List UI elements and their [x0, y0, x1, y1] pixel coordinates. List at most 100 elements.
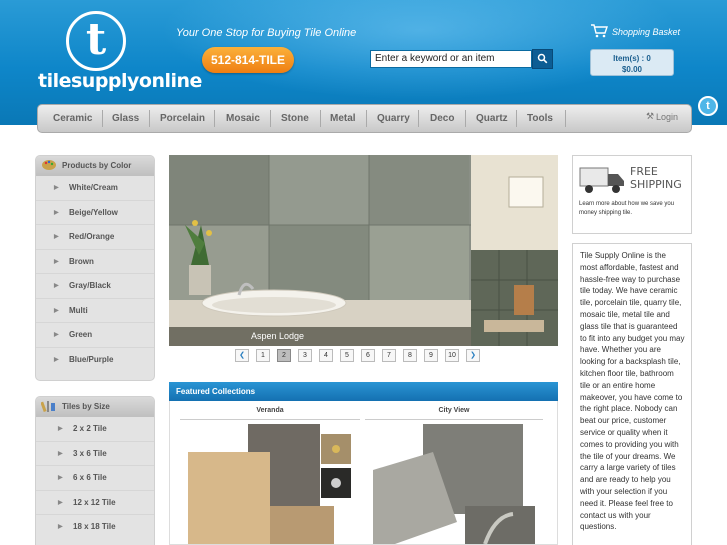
featured-collections-header: Featured Collections: [169, 382, 558, 401]
free-shipping-title: FREE SHIPPING: [630, 165, 682, 191]
free-shipping-line1: FREE: [630, 165, 658, 178]
sidebar-item-label: White/Cream: [69, 183, 118, 192]
sidebar-item-label: Brown: [69, 256, 94, 266]
arrow-right-icon: ▶: [54, 185, 59, 191]
search-icon: [537, 53, 548, 64]
arrow-right-icon: ▶: [58, 450, 63, 457]
sidebar-item-label: Multi: [69, 305, 88, 315]
nav-divider: [366, 110, 367, 127]
slide-caption: Aspen Lodge: [169, 327, 471, 346]
nav-divider: [270, 110, 271, 127]
color-item-brown[interactable]: ▶ Brown: [36, 250, 154, 274]
logo-text[interactable]: tilesupplyonline: [38, 70, 202, 92]
ruler-icon: [40, 400, 57, 413]
color-item-multi[interactable]: ▶ Multi: [36, 299, 154, 323]
about-paragraph: Tile Supply Online is the most affordabl…: [580, 251, 685, 532]
arrow-right-icon: ▶: [54, 209, 59, 216]
palette-icon: [41, 159, 57, 172]
pager-prev-button[interactable]: ❮: [235, 349, 249, 362]
size-item-3x6[interactable]: ▶ 3 x 6 Tile: [36, 442, 154, 466]
nav-divider: [565, 110, 566, 127]
collection-title-city-view[interactable]: City View: [365, 407, 543, 414]
collection-divider: [365, 419, 543, 420]
hero-slideshow[interactable]: [169, 155, 558, 346]
pager-page-5[interactable]: 5: [340, 349, 354, 362]
shopping-cart-icon[interactable]: [590, 24, 608, 38]
color-item-white-cream[interactable]: ▶ White/Cream: [36, 176, 154, 201]
search-button[interactable]: [532, 49, 553, 69]
sidebar-item-label: Green: [69, 330, 93, 339]
collection-divider: [180, 419, 360, 420]
nav-divider: [516, 110, 517, 127]
main-nav: Ceramic Glass Porcelain Mosaic Stone Met…: [37, 104, 692, 133]
search-input[interactable]: Enter a keyword or an item: [370, 50, 532, 68]
color-item-gray-black[interactable]: ▶ Gray/Black: [36, 274, 154, 299]
products-by-color-header: Products by Color: [36, 156, 154, 176]
pager-page-7[interactable]: 7: [382, 349, 396, 362]
nav-item-deco[interactable]: Deco: [430, 105, 454, 132]
shopping-basket-link[interactable]: Shopping Basket: [612, 27, 680, 37]
sidebar-item-label: 2 x 2 Tile: [73, 424, 107, 433]
nav-item-stone[interactable]: Stone: [281, 105, 309, 132]
pager-page-2[interactable]: 2: [277, 349, 291, 362]
arrow-right-icon: ▶: [58, 475, 63, 481]
arrow-right-icon: ▶: [58, 499, 63, 506]
nav-divider: [418, 110, 419, 127]
nav-item-glass[interactable]: Glass: [112, 105, 139, 132]
nav-item-porcelain[interactable]: Porcelain: [160, 105, 205, 132]
pager-page-3[interactable]: 3: [298, 349, 312, 362]
arrow-right-icon: ▶: [54, 356, 59, 363]
tiles-by-size-header: Tiles by Size: [36, 397, 154, 417]
free-shipping-description[interactable]: Learn more about how we save you money s…: [579, 200, 689, 218]
pager-page-6[interactable]: 6: [361, 349, 375, 362]
veranda-tile-image[interactable]: [180, 424, 360, 544]
color-item-red-orange[interactable]: ▶ Red/Orange: [36, 225, 154, 250]
size-item-2x2[interactable]: ▶ 2 x 2 Tile: [36, 417, 154, 442]
nav-item-metal[interactable]: Metal: [330, 105, 356, 132]
delivery-truck-icon: [579, 167, 624, 193]
pager-next-button[interactable]: ❯: [466, 349, 480, 362]
nav-item-ceramic[interactable]: Ceramic: [53, 105, 92, 132]
nav-item-mosaic[interactable]: Mosaic: [226, 105, 260, 132]
pager-page-8[interactable]: 8: [403, 349, 417, 362]
color-item-beige-yellow[interactable]: ▶ Beige/Yellow: [36, 201, 154, 225]
sidebar-item-label: Red/Orange: [69, 232, 115, 241]
pager-page-4[interactable]: 4: [319, 349, 333, 362]
arrow-right-icon: ▶: [54, 258, 59, 265]
login-link[interactable]: Login: [656, 112, 678, 122]
phone-number-badge[interactable]: 512-814-TILE: [202, 47, 294, 73]
tiles-by-size-panel: Tiles by Size ▶ 2 x 2 Tile ▶ 3 x 6 Tile ▶ 6…: [35, 396, 155, 545]
nav-item-quarry[interactable]: Quarry: [377, 105, 410, 132]
sidebar-item-label: Gray/Black: [69, 281, 111, 290]
pager-page-10[interactable]: 10: [445, 349, 459, 362]
sidebar-item-label: 6 x 6 Tile: [73, 473, 107, 482]
tiles-by-size-title: Tiles by Size: [62, 402, 110, 411]
nav-item-tools[interactable]: Tools: [527, 105, 553, 132]
nav-item-quartz[interactable]: Quartz: [476, 105, 508, 132]
tagline: Your One Stop for Buying Tile Online: [176, 27, 357, 39]
size-item-18x18[interactable]: ▶ 18 x 18 Tile: [36, 515, 154, 540]
pager-page-1[interactable]: 1: [256, 349, 270, 362]
nav-divider: [214, 110, 215, 127]
nav-divider: [149, 110, 150, 127]
free-shipping-box[interactable]: FREE SHIPPING Learn more about how we sa…: [572, 155, 692, 234]
nav-divider: [320, 110, 321, 127]
basket-summary[interactable]: Item(s) : 0 $0.00: [590, 49, 674, 76]
collection-title-veranda[interactable]: Veranda: [180, 407, 360, 414]
color-item-blue-purple[interactable]: ▶ Blue/Purple: [36, 348, 154, 373]
basket-items-count: Item(s) : 0: [613, 54, 651, 63]
arrow-right-icon: ▶: [58, 524, 63, 530]
nav-divider: [102, 110, 103, 127]
basket-total: $0.00: [621, 65, 643, 74]
arrow-right-icon: ▶: [54, 307, 59, 314]
sidebar-item-label: 3 x 6 Tile: [73, 448, 107, 458]
color-item-green[interactable]: ▶ Green: [36, 323, 154, 348]
size-item-6x6[interactable]: ▶ 6 x 6 Tile: [36, 466, 154, 491]
sidebar-item-label: Blue/Purple: [69, 354, 114, 364]
products-by-color-panel: Products by Color ▶ White/Cream ▶ Beige/Ye…: [35, 155, 155, 381]
twitter-icon[interactable]: t: [698, 96, 718, 116]
logo-icon[interactable]: t: [66, 11, 126, 71]
size-item-12x12[interactable]: ▶ 12 x 12 Tile: [36, 491, 154, 515]
pager-page-9[interactable]: 9: [424, 349, 438, 362]
city-view-tile-image[interactable]: [365, 424, 543, 544]
